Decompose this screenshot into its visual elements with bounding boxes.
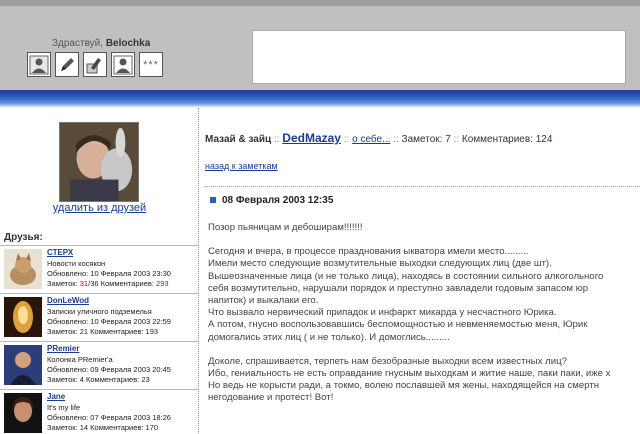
friend-stats: Заметок: 14 Комментариев: 170 <box>47 423 159 432</box>
blue-divider <box>0 90 640 108</box>
post-line: Но ведь не корысти ради, а токмо, волею … <box>208 380 600 392</box>
post-line <box>208 344 640 356</box>
friend-description: Записки уличного подземелья <box>47 307 152 316</box>
separator: :: <box>343 134 350 145</box>
notes-count: Заметок: 7 <box>401 134 451 145</box>
post-line: Сегодня и вчера, в процессе празднования… <box>208 246 529 258</box>
about-link[interactable]: о себе... <box>352 134 390 145</box>
friend-updated: Обновлено: 10 Февраля 2003 22:59 <box>47 317 171 326</box>
friend-description: It's my life <box>47 403 81 412</box>
friend-name-link[interactable]: DonLeWod <box>47 296 89 305</box>
blog-title: Мазай & зайц <box>205 134 272 145</box>
friend-description: Новости косякон <box>47 259 106 268</box>
post-line: А потом, гнусно воспользовавшись беспомо… <box>208 319 588 331</box>
comments-count: Комментариев: 124 <box>461 134 553 145</box>
post-divider <box>205 186 640 187</box>
friend-updated: Обновлено: 07 Февраля 2003 18:26 <box>47 413 171 422</box>
friend-updated: Обновлено: 10 Февраля 2003 23:30 <box>47 269 171 278</box>
user-avatar <box>59 122 139 202</box>
post-line: негодование и протест! Вот! <box>208 392 334 404</box>
banner-area <box>252 30 626 84</box>
friend-icon <box>113 55 133 74</box>
notes-total-count: 36 <box>90 279 99 288</box>
separator: :: <box>453 134 460 145</box>
friend-stats: Заметок: 4 Комментариев: 23 <box>47 375 150 384</box>
person-avatar-icon <box>4 345 42 385</box>
post-line: домогались этих лиц ( и не только). И до… <box>208 331 450 343</box>
friends-button[interactable] <box>111 52 135 77</box>
main-content: Мазай & зайц :: DedMazay :: о себе... ::… <box>200 108 640 434</box>
friend-stats: Заметок: 31/36 Комментариев: 293 <box>47 279 169 288</box>
edit-icon <box>86 57 101 73</box>
post-body: Позор пьяницам и дебоширам!!!!!!! Сегодня… <box>208 222 640 405</box>
post-line <box>208 234 640 246</box>
remove-friend-link[interactable]: удалить из друзей <box>0 202 199 214</box>
pencil-icon <box>61 57 74 71</box>
friends-title: Друзья: <box>4 232 43 243</box>
friend-avatar[interactable] <box>4 297 42 337</box>
friends-list: СТЕРХ Новости косякон Обновлено: 10 Февр… <box>0 245 198 434</box>
toolbar-icons: *** <box>27 52 163 77</box>
post-line: Ибо, гениальность не есть оправдание гну… <box>208 368 611 380</box>
avatar-photo-icon <box>60 123 138 201</box>
post-date: 08 Февраля 2003 12:35 <box>210 195 333 206</box>
list-item: СТЕРХ Новости косякон Обновлено: 10 Февр… <box>0 245 198 293</box>
friend-name-link[interactable]: PRemier <box>47 344 79 353</box>
comments-label: Комментариев: <box>100 279 154 288</box>
sidebar: удалить из друзей Друзья: СТЕРХ Новости … <box>0 108 199 434</box>
back-to-notes-link[interactable]: назад к заметкам <box>205 161 278 171</box>
profile-button[interactable] <box>27 52 51 77</box>
greeting: Здраствуй, Belochka <box>52 38 150 49</box>
post-line: Вышеозначенные лица (и не только лица), … <box>208 270 604 282</box>
post-line: Имели место следующие возмутительные вых… <box>208 258 552 270</box>
cat-avatar-icon <box>4 249 42 289</box>
notes-label: Заметок: <box>47 279 78 288</box>
post-line: Доколе, спрашивается, терпеть нам безобр… <box>208 355 567 367</box>
friend-stats: Заметок: 21 Комментариев: 193 <box>47 327 159 336</box>
separator: :: <box>393 134 399 145</box>
author-link[interactable]: DedMazay <box>282 131 341 145</box>
greeting-prefix: Здраствуй, <box>52 38 104 49</box>
candle-avatar-icon <box>4 297 42 337</box>
friend-updated: Обновлено: 09 Февраля 2003 20:45 <box>47 365 171 374</box>
post-line: напиток) и выкалаки его. <box>208 295 319 307</box>
comments-count: 293 <box>156 279 169 288</box>
friend-avatar[interactable] <box>4 393 42 433</box>
header: Здраствуй, Belochka *** <box>0 0 640 90</box>
post-line: Что вызвало нервический припадок и инфар… <box>208 307 557 319</box>
post-line: себя возмутительно, нарушали порядок и п… <box>208 282 589 294</box>
list-item: DonLeWod Записки уличного подземелья Обн… <box>0 293 198 341</box>
write-button[interactable] <box>55 52 79 77</box>
more-button[interactable]: *** <box>139 52 163 77</box>
friend-avatar[interactable] <box>4 249 42 289</box>
list-item: Jane It's my life Обновлено: 07 Февраля … <box>0 389 198 434</box>
woman-avatar-icon <box>4 393 42 433</box>
separator: :: <box>273 134 280 145</box>
user-icon <box>29 55 49 74</box>
post-line: Позор пьяницам и дебоширам!!!!!!! <box>208 222 363 233</box>
blog-header: Мазай & зайц :: DedMazay :: о себе... ::… <box>205 131 552 145</box>
notes-new-count: 31 <box>79 279 89 288</box>
list-item: PRemier Колонка PRemier'a Обновлено: 09 … <box>0 341 198 389</box>
friend-name-link[interactable]: Jane <box>47 392 65 401</box>
edit-button[interactable] <box>83 52 107 77</box>
friend-name-link[interactable]: СТЕРХ <box>47 248 73 257</box>
username: Belochka <box>105 38 151 49</box>
friend-description: Колонка PRemier'a <box>47 355 113 364</box>
friend-avatar[interactable] <box>4 345 42 385</box>
